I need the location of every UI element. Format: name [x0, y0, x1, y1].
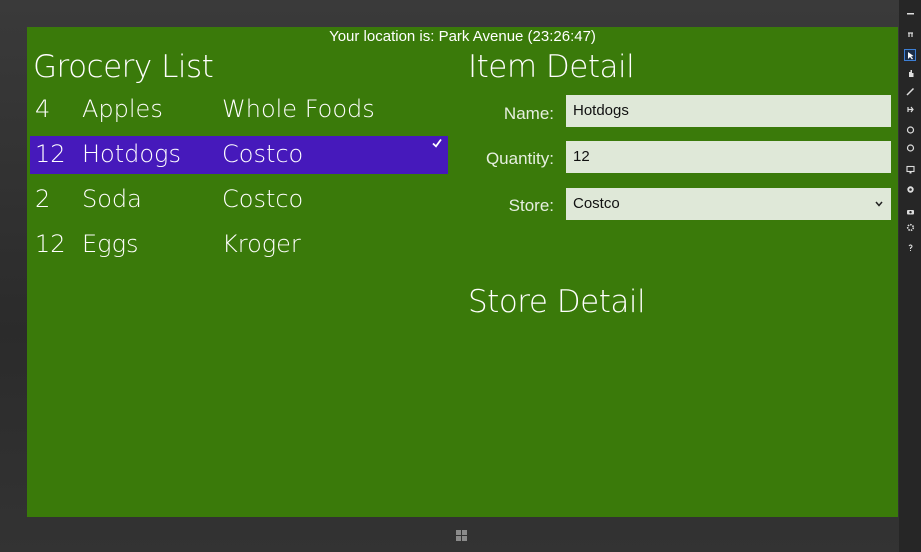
item-store: Whole Foods: [222, 95, 375, 123]
selected-check-icon: [432, 138, 442, 148]
gear-icon[interactable]: [905, 222, 915, 232]
item-store: Costco: [222, 185, 304, 213]
item-quantity: 2: [35, 185, 51, 213]
help-icon[interactable]: [905, 242, 915, 252]
name-value: Hotdogs: [573, 102, 629, 119]
rotate-left-icon[interactable]: [905, 124, 915, 134]
list-item-selected[interactable]: 12 Hotdogs Costco: [30, 136, 448, 174]
app-screen: Your location is: Park Avenue (23:26:47)…: [27, 27, 898, 517]
store-select[interactable]: Costco: [566, 188, 891, 220]
quantity-field[interactable]: 12: [566, 141, 891, 173]
quantity-value: 12: [573, 148, 590, 165]
item-quantity: 4: [35, 95, 51, 123]
pointer-icon[interactable]: [904, 49, 916, 61]
name-label: Name:: [503, 104, 554, 123]
item-store: Kroger: [222, 230, 301, 258]
quantity-label: Quantity:: [485, 149, 554, 168]
pin-icon[interactable]: [905, 30, 915, 40]
monitor-icon[interactable]: [905, 164, 915, 174]
item-quantity: 12: [35, 140, 66, 168]
item-store: Costco: [222, 140, 304, 168]
rotate-right-icon[interactable]: [905, 142, 915, 152]
list-item[interactable]: 12 Eggs Kroger: [30, 226, 448, 264]
item-name: Soda: [82, 185, 142, 213]
list-item[interactable]: 4 Apples Whole Foods: [30, 91, 448, 129]
store-select-value: Costco: [573, 195, 620, 212]
camera-icon[interactable]: [905, 206, 915, 216]
settings-icon[interactable]: [905, 184, 915, 194]
name-field[interactable]: Hotdogs: [566, 95, 891, 127]
hand-icon[interactable]: [905, 68, 915, 78]
item-quantity: 12: [35, 230, 66, 258]
item-name: Hotdogs: [82, 140, 181, 168]
item-detail-title: Item Detail: [468, 49, 635, 85]
minimize-icon[interactable]: [905, 6, 915, 16]
windows-logo-icon[interactable]: [456, 530, 467, 541]
list-item[interactable]: 2 Soda Costco: [30, 181, 448, 219]
store-detail-title: Store Detail: [468, 284, 646, 320]
pen-icon[interactable]: [905, 86, 915, 96]
item-name: Eggs: [82, 230, 139, 258]
chevron-down-icon: [875, 201, 883, 207]
grocery-list: 4 Apples Whole Foods 12 Hotdogs Costco 2…: [30, 91, 448, 271]
location-status: Your location is: Park Avenue (23:26:47): [329, 28, 596, 45]
item-name: Apples: [82, 95, 163, 123]
simulator-toolbar: [899, 0, 921, 552]
store-label: Store:: [508, 196, 554, 215]
zoom-icon[interactable]: [905, 104, 915, 114]
grocery-list-title: Grocery List: [33, 49, 214, 85]
